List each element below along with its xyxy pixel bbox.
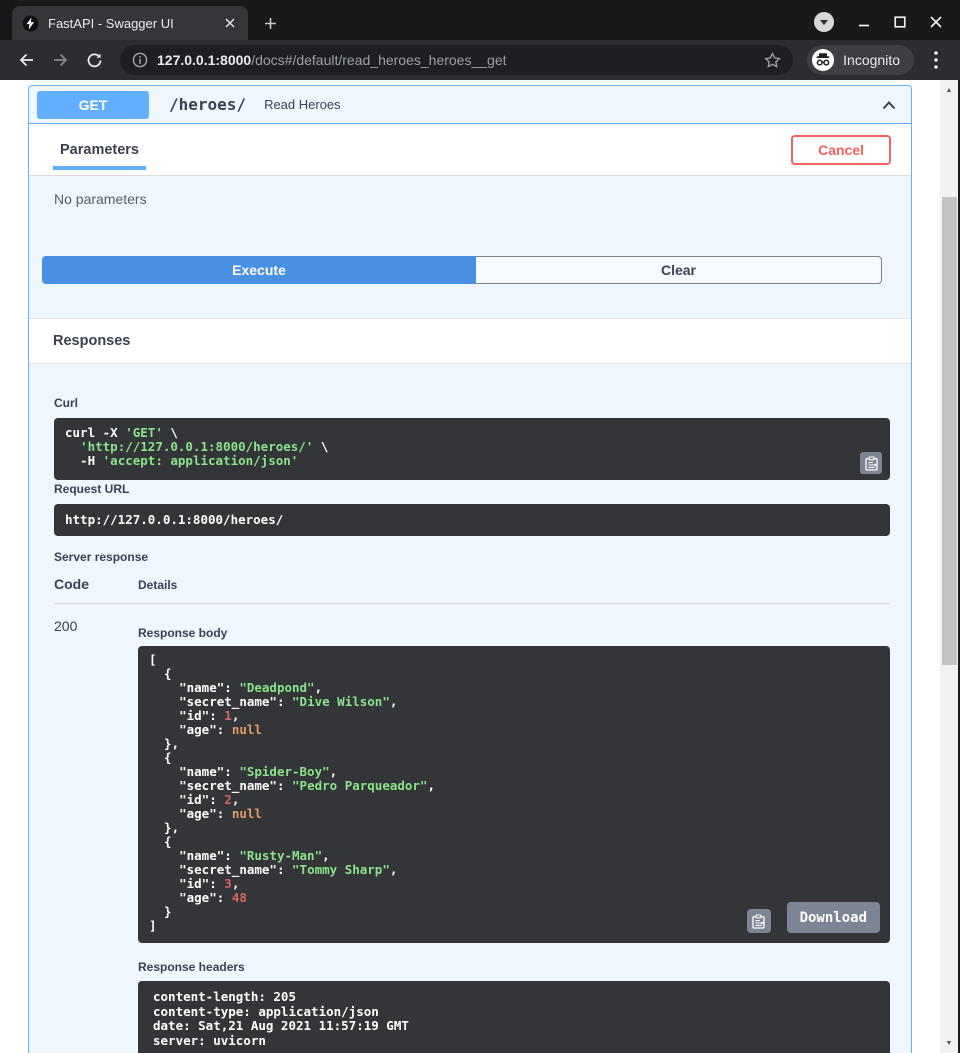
browser-menu-button[interactable] bbox=[924, 46, 948, 74]
tab-close-icon[interactable] bbox=[222, 15, 238, 31]
reload-button[interactable] bbox=[80, 46, 108, 74]
download-button[interactable]: Download bbox=[787, 902, 880, 933]
scrollbar[interactable]: ▲ ▼ bbox=[940, 80, 958, 1053]
parameters-tab-label: Parameters bbox=[60, 142, 139, 158]
incognito-icon bbox=[811, 48, 835, 72]
clipboard-icon bbox=[752, 914, 765, 929]
tab-title: FastAPI - Swagger UI bbox=[48, 16, 222, 31]
responses-title: Responses bbox=[53, 333, 130, 349]
site-info-icon[interactable] bbox=[132, 52, 148, 68]
forward-button[interactable] bbox=[46, 46, 74, 74]
response-headers-code: content-length: 205content-type: applica… bbox=[153, 990, 875, 1048]
url-path: /docs#/default/read_heroes_heroes__get bbox=[251, 52, 506, 68]
request-url-label: Request URL bbox=[54, 482, 129, 496]
tab-strip: FastAPI - Swagger UI bbox=[0, 0, 960, 40]
response-body-json: [ { "name": "Deadpond", "secret_name": "… bbox=[149, 653, 879, 933]
url-bar[interactable]: 127.0.0.1:8000/docs#/default/read_heroes… bbox=[120, 45, 793, 75]
opblock-get-heroes: GET /heroes/ Read Heroes Parameters Canc… bbox=[28, 85, 912, 1053]
incognito-label: Incognito bbox=[843, 52, 900, 68]
method-badge: GET bbox=[37, 91, 149, 119]
response-body-block: [ { "name": "Deadpond", "secret_name": "… bbox=[138, 646, 890, 943]
opblock-summary[interactable]: GET /heroes/ Read Heroes bbox=[29, 86, 911, 124]
curl-block: curl -X 'GET' \ 'http://127.0.0.1:8000/h… bbox=[54, 418, 890, 480]
browser-tab[interactable]: FastAPI - Swagger UI bbox=[12, 6, 248, 40]
copy-curl-button[interactable] bbox=[860, 452, 882, 474]
scrollbar-down-arrow[interactable]: ▼ bbox=[940, 1035, 958, 1051]
server-response-table: Code Details 200 Response body [ { "name… bbox=[54, 576, 890, 1053]
details-column-header: Details bbox=[138, 578, 177, 592]
no-parameters-text: No parameters bbox=[54, 191, 147, 207]
window-close-button[interactable] bbox=[930, 16, 942, 28]
curl-code: curl -X 'GET' \ 'http://127.0.0.1:8000/h… bbox=[65, 426, 879, 468]
new-tab-button[interactable] bbox=[256, 9, 284, 37]
collapse-chevron-icon[interactable] bbox=[881, 98, 897, 111]
request-url-value: http://127.0.0.1:8000/heroes/ bbox=[65, 512, 283, 527]
incognito-badge: Incognito bbox=[807, 45, 914, 75]
execute-row: Execute Clear bbox=[29, 256, 911, 284]
status-code: 200 bbox=[54, 618, 77, 634]
tab-search-button[interactable] bbox=[814, 12, 834, 32]
responses-body: Curl curl -X 'GET' \ 'http://127.0.0.1:8… bbox=[29, 364, 911, 1053]
endpoint-path: /heroes/ bbox=[169, 95, 246, 114]
response-row-200: 200 Response body [ { "name": "Deadpond"… bbox=[54, 604, 890, 1053]
scrollbar-thumb[interactable] bbox=[942, 197, 957, 665]
execute-button[interactable]: Execute bbox=[42, 256, 476, 284]
back-button[interactable] bbox=[12, 46, 40, 74]
maximize-button[interactable] bbox=[894, 16, 906, 28]
copy-response-button[interactable] bbox=[747, 909, 771, 933]
endpoint-summary: Read Heroes bbox=[264, 97, 341, 112]
curl-label: Curl bbox=[54, 396, 78, 410]
cancel-button[interactable]: Cancel bbox=[791, 135, 891, 165]
minimize-button[interactable] bbox=[858, 16, 870, 28]
parameters-body: No parameters bbox=[29, 176, 911, 256]
response-body-label: Response body bbox=[138, 626, 890, 640]
clear-button[interactable]: Clear bbox=[476, 256, 882, 284]
browser-toolbar: 127.0.0.1:8000/docs#/default/read_heroes… bbox=[0, 40, 960, 80]
fastapi-favicon-icon bbox=[22, 15, 39, 32]
tab-parameters: Parameters bbox=[53, 124, 146, 175]
request-url-block: http://127.0.0.1:8000/heroes/ bbox=[54, 504, 890, 536]
caret-down-icon bbox=[820, 20, 828, 25]
scrollbar-up-arrow[interactable]: ▲ bbox=[940, 82, 958, 98]
response-headers-block: content-length: 205content-type: applica… bbox=[138, 981, 890, 1053]
swagger-page: GET /heroes/ Read Heroes Parameters Canc… bbox=[0, 80, 960, 1053]
url-host: 127.0.0.1:8000 bbox=[157, 52, 251, 68]
responses-header: Responses bbox=[29, 318, 911, 364]
parameters-header-row: Parameters Cancel bbox=[29, 124, 911, 176]
server-response-label: Server response bbox=[54, 550, 148, 564]
response-headers-label: Response headers bbox=[138, 960, 890, 974]
code-column-header: Code bbox=[54, 576, 89, 592]
clipboard-icon bbox=[865, 456, 878, 471]
bookmark-star-icon[interactable] bbox=[764, 52, 781, 69]
